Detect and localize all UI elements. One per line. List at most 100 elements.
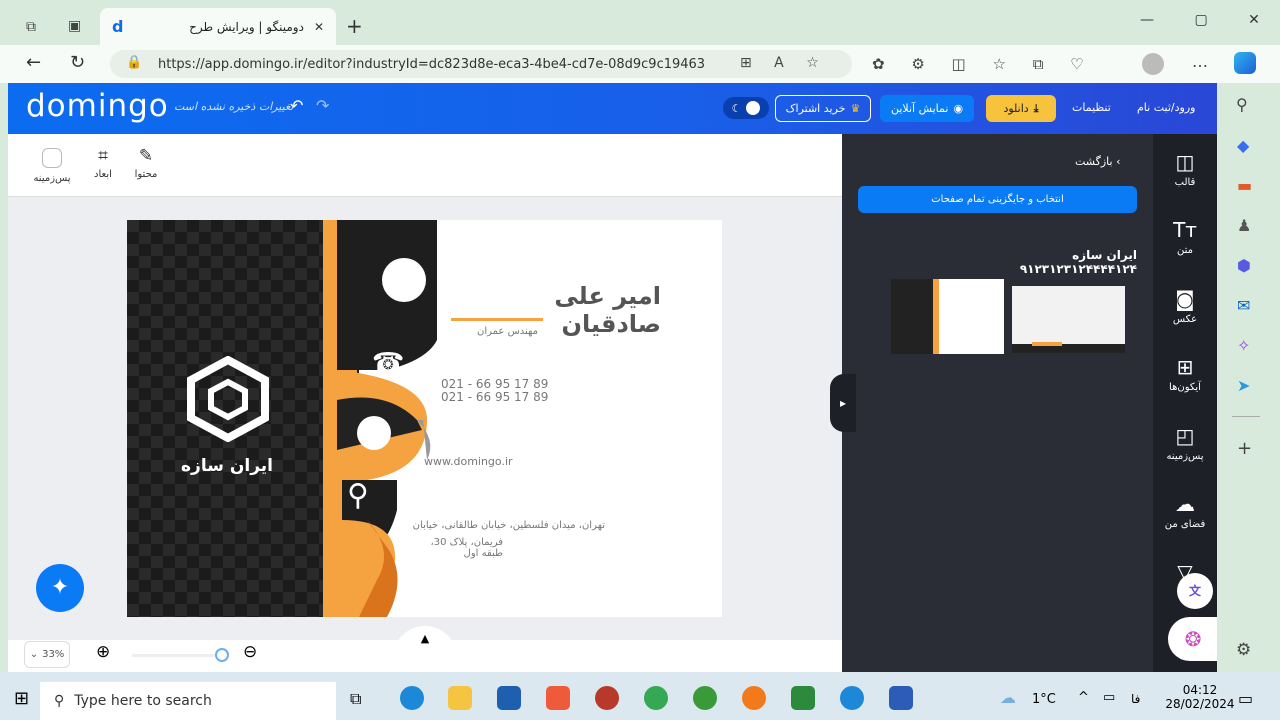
windows-start-icon[interactable]: ⊞ — [14, 688, 29, 709]
template-thumbnail-back[interactable] — [1012, 286, 1125, 353]
notifications-icon[interactable]: ▭ — [1238, 689, 1253, 708]
eye-icon: ◉ — [953, 102, 964, 115]
sidebar-item-my-space[interactable]: ☁ فضای من — [1153, 492, 1217, 530]
domingo-logo[interactable]: domingo — [26, 88, 169, 124]
preview-button[interactable]: نمایش آنلاین ◉ — [880, 95, 974, 122]
app-p-icon[interactable] — [595, 686, 619, 710]
weather-icon: ☁ — [1000, 688, 1016, 707]
subscribe-button[interactable]: خرید اشتراک ♛ — [775, 95, 871, 122]
window-controls[interactable]: — ▢ ✕ — [1140, 12, 1260, 28]
sidebar-label: آیکون‌ها — [1169, 382, 1201, 393]
sidebar-item-text[interactable]: Tт متن — [1153, 218, 1217, 256]
ai-brain-icon[interactable]: ❂ — [1168, 617, 1218, 661]
zoom-level-select[interactable]: ⌄ 33% — [24, 641, 70, 668]
m365-icon[interactable]: ⬢ — [1237, 256, 1251, 275]
gear-icon[interactable]: ⚙ — [1236, 640, 1251, 660]
taskbar-search-input[interactable]: ⚲ Type here to search — [40, 682, 336, 720]
file-explorer-icon[interactable] — [448, 686, 472, 710]
card-website: www.domingo.ir — [424, 455, 513, 468]
chrome-icon[interactable] — [644, 686, 668, 710]
zoom-slider-handle[interactable] — [215, 648, 229, 662]
phone-icon: ☎ — [372, 348, 405, 378]
tab-actions-icon[interactable]: ▣ — [68, 18, 81, 34]
date: 28/02/2024 — [1165, 697, 1235, 711]
add-icon[interactable]: + — [1237, 438, 1252, 459]
sidebar-item-icons[interactable]: ⊞ آیکون‌ها — [1153, 355, 1217, 393]
app-green-icon[interactable] — [791, 686, 815, 710]
back-label: بازگشت — [1075, 155, 1113, 168]
collapse-panel-button[interactable]: ▸ — [830, 374, 856, 432]
download-button[interactable]: دانلود ⤓ — [986, 95, 1056, 122]
login-link[interactable]: ورود/ثبت نام — [1137, 101, 1195, 114]
business-card[interactable]: ☎ ⚲ ایران سازه امیر علی صادقیان مهندس عم… — [127, 220, 722, 617]
new-tab-button[interactable]: + — [346, 14, 363, 38]
background-tool[interactable]: پس‌زمینه — [30, 146, 74, 184]
search-icon[interactable]: ⚲ — [1236, 95, 1248, 114]
word-icon[interactable] — [889, 686, 913, 710]
games-icon[interactable]: ♟ — [1237, 216, 1251, 235]
chevron-right-icon: › — [1116, 155, 1121, 168]
search-placeholder: Type here to search — [74, 693, 212, 709]
template-thumbnail-front[interactable] — [891, 279, 1004, 354]
dark-mode-toggle[interactable]: ☾ — [723, 97, 769, 119]
save-status: تغییرات ذخیره نشده است — [174, 100, 294, 113]
browser-tab[interactable]: ✕ دومینگو | ویرایش طرح d — [100, 8, 336, 45]
dimensions-tool[interactable]: ⌗ ابعاد — [81, 146, 125, 180]
zoom-out-icon[interactable]: ⊖ — [243, 642, 257, 662]
refresh-icon[interactable]: ↻ — [70, 52, 85, 73]
redo-icon[interactable]: ↷ — [316, 96, 329, 115]
tools-icon[interactable]: ▬ — [1237, 176, 1252, 195]
tab-close-icon[interactable]: ✕ — [314, 20, 324, 34]
edge-beta-icon[interactable] — [840, 686, 864, 710]
globe-app-icon[interactable] — [693, 686, 717, 710]
firefox-icon[interactable] — [742, 686, 766, 710]
sidebar-item-background[interactable]: ◰ پس‌زمینه — [1153, 424, 1217, 462]
card-phone-2: 021 - 66 95 17 89 — [441, 390, 549, 404]
zoom-level: 33% — [42, 649, 65, 660]
content-tool[interactable]: ✎ محتوا — [124, 146, 168, 180]
weather-temp[interactable]: 1°C — [1032, 692, 1056, 707]
zoom-in-icon[interactable]: ⊕ — [96, 642, 110, 662]
shopping-tag-icon[interactable]: ◆ — [1237, 136, 1249, 155]
card-phone-1: 021 - 66 95 17 89 — [441, 377, 549, 391]
profile-avatar[interactable] — [1142, 53, 1164, 75]
tray-icons[interactable]: ^ ▭ — [1078, 690, 1115, 705]
toggle-knob — [746, 101, 761, 115]
outlook-icon[interactable]: ✉ — [1237, 296, 1250, 315]
workspaces-icon[interactable]: ⧉ — [26, 19, 36, 35]
browser-toolbar-icons[interactable]: ✿ ⚙ ◫ ☆ ⧉ ♡ — [872, 55, 1084, 73]
address-bar-actions[interactable]: ⊞ A ☆ — [740, 55, 819, 71]
telegram-icon[interactable]: ➤ — [1237, 376, 1250, 395]
settings-link[interactable]: تنظیمات — [1072, 101, 1111, 114]
edit-icon: ✎ — [138, 146, 154, 166]
location-pin-icon: ⚲ — [347, 478, 369, 513]
zoom-slider[interactable] — [132, 654, 222, 657]
copilot-icon[interactable] — [1234, 52, 1256, 74]
search-icon: ⚲ — [54, 693, 65, 709]
more-icon[interactable]: … — [1192, 52, 1208, 71]
replace-all-pages-button[interactable]: انتخاب و جایگزینی تمام صفحات — [858, 186, 1137, 213]
grid-icon: ⊞ — [1176, 355, 1194, 379]
undo-icon[interactable]: ↶ — [290, 96, 303, 115]
store-icon[interactable] — [497, 686, 521, 710]
sidebar-label: فضای من — [1164, 519, 1206, 530]
sidebar-item-image[interactable]: ◙ عکس — [1153, 287, 1217, 325]
back-link[interactable]: › بازگشت — [1075, 155, 1120, 168]
edge-taskbar-icon[interactable] — [400, 686, 424, 710]
image-icon: ◙ — [1175, 287, 1195, 311]
app-c-icon[interactable] — [546, 686, 570, 710]
translate-extension-icon[interactable]: 文 — [1177, 573, 1213, 609]
back-icon[interactable]: ← — [26, 52, 41, 73]
chevron-down-icon: ⌄ — [29, 649, 39, 660]
lock-icon[interactable]: 🔒 — [126, 55, 142, 70]
task-view-icon[interactable]: ⧉ — [350, 689, 361, 709]
designer-icon[interactable]: ✧ — [1237, 336, 1250, 355]
company-name: ایران سازه — [181, 456, 273, 476]
clock[interactable]: 04:12 28/02/2024 — [1160, 683, 1240, 711]
language-indicator[interactable]: فا — [1131, 692, 1140, 706]
magic-wand-button[interactable]: ✦ — [36, 564, 84, 612]
card-address-2: فریمان، پلاک 30، طبقه اول — [430, 537, 503, 559]
card-address-1: تهران، میدان فلسطین، خیابان طالقانی، خیا… — [412, 520, 605, 531]
background-swatch-icon — [42, 148, 62, 168]
sidebar-item-template[interactable]: ◫ قالب — [1153, 150, 1217, 188]
